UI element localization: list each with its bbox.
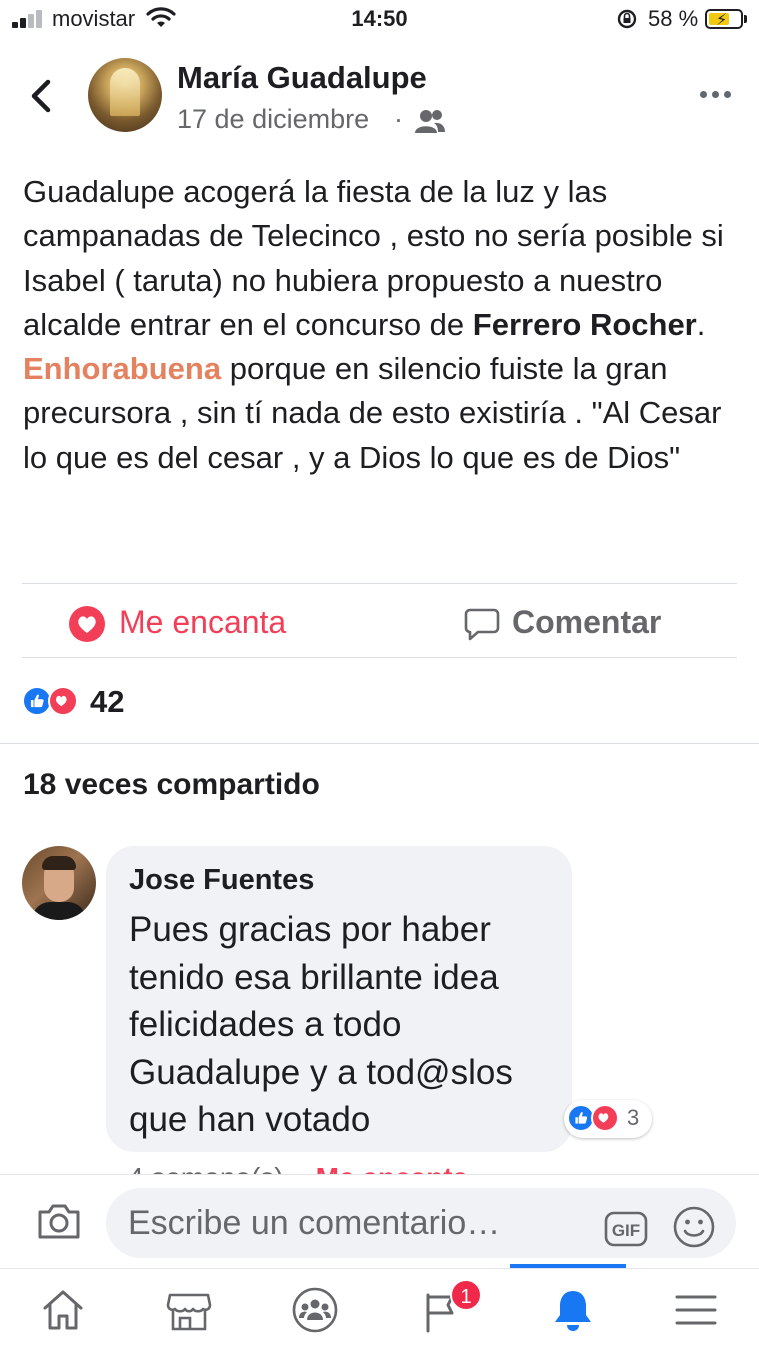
commenter-avatar[interactable] (22, 846, 96, 920)
tab-notifications[interactable] (510, 1264, 636, 1350)
comment-composer: Escribe un comentario… GIF (0, 1174, 759, 1268)
comment-input-placeholder: Escribe un comentario… (128, 1204, 501, 1242)
comment-text: Pues gracias por haber tenido esa brilla… (129, 910, 513, 1139)
friends-icon (415, 110, 445, 133)
tab-marketplace[interactable] (126, 1269, 252, 1350)
emoji-icon[interactable] (672, 1205, 716, 1249)
groups-icon (292, 1287, 338, 1333)
tab-groups[interactable] (252, 1269, 378, 1350)
gif-label: GIF (612, 1221, 640, 1240)
author-avatar[interactable] (88, 58, 162, 132)
tab-home[interactable] (0, 1269, 126, 1350)
marketplace-icon (166, 1293, 212, 1331)
battery-percentage: 58 % (648, 6, 699, 31)
post-text-bold: Ferrero Rocher (472, 306, 697, 342)
divider (22, 657, 737, 658)
love-icon (591, 1104, 619, 1132)
notifications-icon (555, 1291, 591, 1331)
gif-icon[interactable]: GIF (604, 1211, 648, 1247)
battery-cap (744, 15, 747, 23)
comment-icon (464, 608, 500, 641)
post-text: Guadalupe acogerá la fiesta de la luz y … (23, 170, 743, 480)
post-text-highlight: Enhorabuena (23, 351, 222, 387)
heart-icon (69, 606, 105, 642)
pages-badge: 1 (450, 1279, 482, 1311)
comment-author[interactable]: Jose Fuentes (129, 864, 314, 897)
more-options-button[interactable] (696, 82, 736, 106)
comment-reaction-count: 3 (627, 1105, 640, 1130)
battery-icon: ⚡ (705, 9, 743, 29)
divider (22, 583, 737, 584)
post-text-part-2: . (696, 306, 706, 342)
section-divider (0, 743, 759, 744)
love-icon (48, 686, 78, 716)
love-label: Me encanta (119, 604, 287, 640)
menu-icon (675, 1295, 717, 1325)
bottom-navigation: 1 (0, 1264, 759, 1350)
camera-icon[interactable] (36, 1201, 82, 1241)
comment-bubble[interactable]: Jose Fuentes Pues gracias por haber teni… (106, 846, 572, 1152)
rotation-lock-icon (617, 9, 637, 29)
tab-menu[interactable] (633, 1269, 759, 1350)
reactions-count: 42 (90, 684, 125, 719)
status-bar: movistar 14:50 58 % ⚡ (0, 0, 759, 40)
home-icon (43, 1290, 83, 1330)
active-tab-indicator (510, 1264, 626, 1268)
date-separator: · (394, 104, 403, 134)
comment-reactions[interactable]: 3 (564, 1100, 652, 1138)
clock: 14:50 (351, 6, 408, 31)
tab-pages[interactable]: 1 (378, 1269, 504, 1350)
comment-label: Comentar (512, 604, 662, 640)
shares-count[interactable]: 18 veces compartido (23, 768, 320, 802)
post-date[interactable]: 17 de diciembre (177, 104, 369, 135)
back-button[interactable] (26, 74, 60, 118)
post-author-name[interactable]: María Guadalupe (177, 60, 427, 96)
